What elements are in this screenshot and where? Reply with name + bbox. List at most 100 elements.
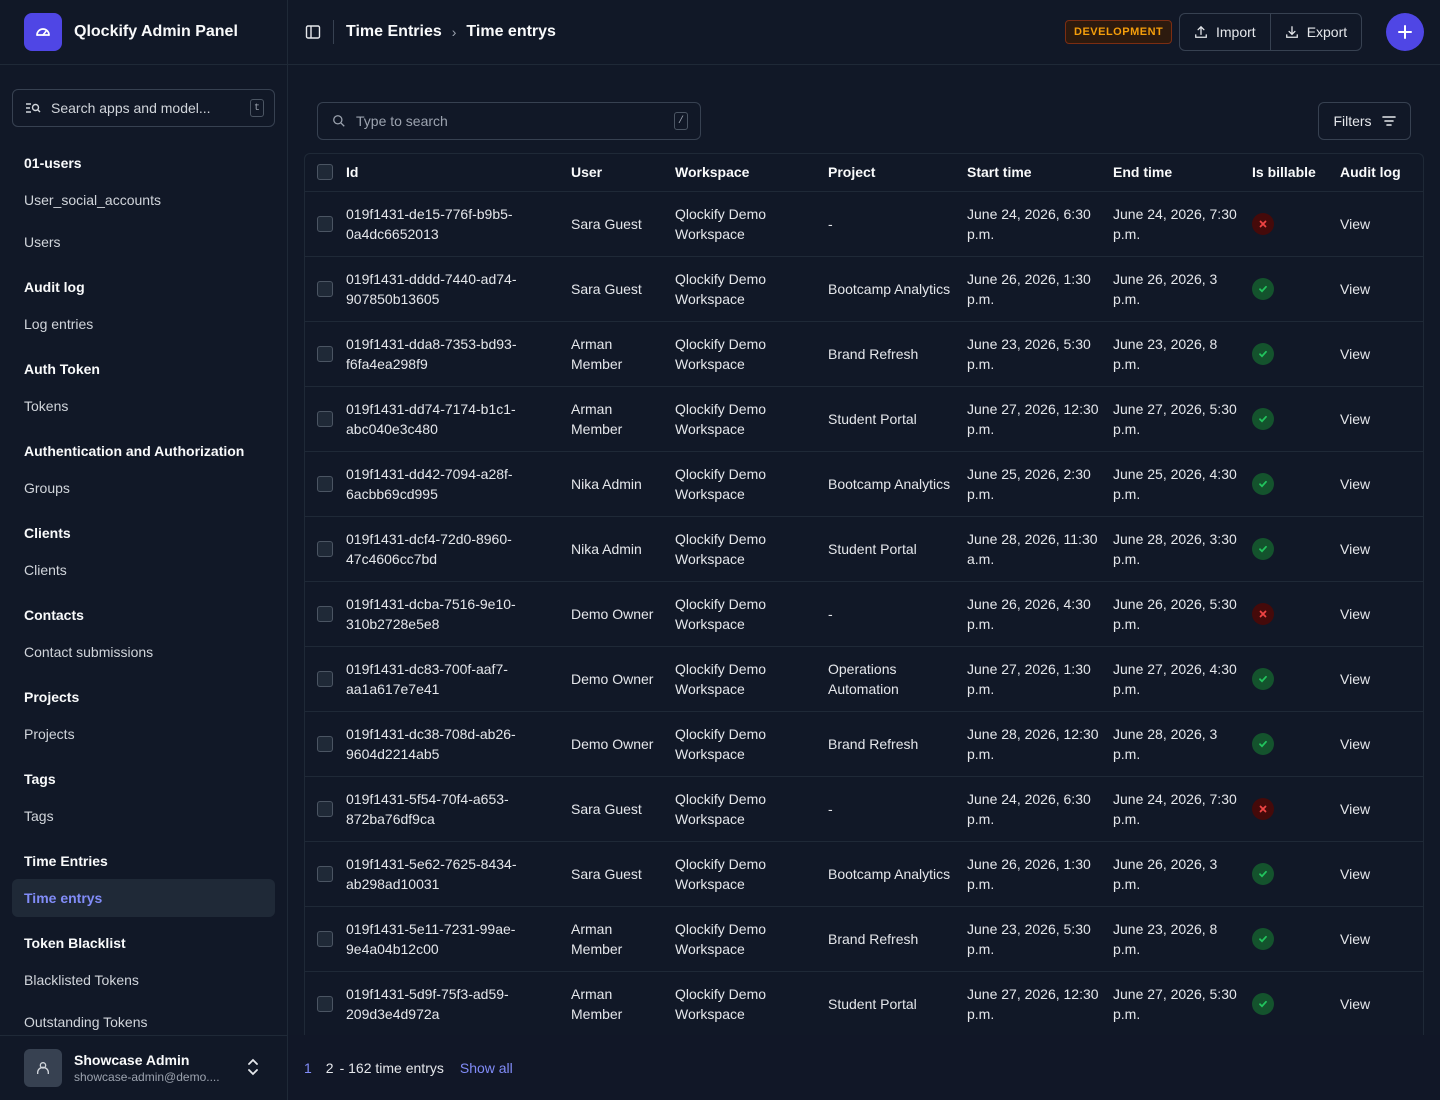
page-link-1[interactable]: 1 bbox=[304, 1060, 312, 1076]
table-row[interactable]: 019f1431-dcba-7516-9e10-310b2728e5e8 Demo… bbox=[305, 581, 1423, 646]
add-button[interactable] bbox=[1386, 13, 1424, 51]
sidebar-item-blacklisted-tokens[interactable]: Blacklisted Tokens bbox=[12, 961, 275, 999]
sidebar-toggle-icon[interactable] bbox=[305, 24, 321, 40]
id-cell[interactable]: 019f1431-dda8-7353-bd93-f6fa4ea298f9 bbox=[346, 321, 571, 386]
column-header-workspace[interactable]: Workspace bbox=[675, 154, 828, 192]
row-checkbox[interactable] bbox=[317, 800, 333, 817]
id-cell[interactable]: 019f1431-5f54-70f4-a653-872ba76df9ca bbox=[346, 776, 571, 841]
audit-log-view-link[interactable]: View bbox=[1340, 776, 1423, 841]
select-all-checkbox[interactable] bbox=[317, 164, 333, 181]
id-cell[interactable]: 019f1431-dcba-7516-9e10-310b2728e5e8 bbox=[346, 581, 571, 646]
import-button[interactable]: Import bbox=[1180, 14, 1270, 50]
nav-group-heading[interactable]: 01-users bbox=[0, 145, 287, 181]
sidebar-item-contact-submissions[interactable]: Contact submissions bbox=[12, 633, 275, 671]
id-cell[interactable]: 019f1431-dd42-7094-a28f-6acbb69cd995 bbox=[346, 451, 571, 516]
table-row[interactable]: 019f1431-de15-776f-b9b5-0a4dc6652013 Sara… bbox=[305, 191, 1423, 256]
nav-group-heading[interactable]: Token Blacklist bbox=[0, 925, 287, 961]
sidebar-item-clients[interactable]: Clients bbox=[12, 551, 275, 589]
sidebar-item-tags[interactable]: Tags bbox=[12, 797, 275, 835]
id-cell[interactable]: 019f1431-5e11-7231-99ae-9e4a04b12c00 bbox=[346, 906, 571, 971]
nav-group-heading[interactable]: Authentication and Authorization bbox=[0, 433, 287, 469]
row-checkbox[interactable] bbox=[317, 995, 333, 1012]
sidebar-item-user-social-accounts[interactable]: User_social_accounts bbox=[12, 181, 275, 219]
audit-log-view-link[interactable]: View bbox=[1340, 191, 1423, 256]
table-row[interactable]: 019f1431-dc83-700f-aaf7-aa1a617e7e41 Demo… bbox=[305, 646, 1423, 711]
audit-log-view-link[interactable]: View bbox=[1340, 321, 1423, 386]
audit-log-view-link[interactable]: View bbox=[1340, 451, 1423, 516]
audit-log-view-link[interactable]: View bbox=[1340, 581, 1423, 646]
table-row[interactable]: 019f1431-5e11-7231-99ae-9e4a04b12c00 Arma… bbox=[305, 906, 1423, 971]
sidebar-item-projects[interactable]: Projects bbox=[12, 715, 275, 753]
export-button[interactable]: Export bbox=[1269, 14, 1361, 50]
row-checkbox[interactable] bbox=[317, 670, 333, 687]
audit-log-view-link[interactable]: View bbox=[1340, 516, 1423, 581]
id-cell[interactable]: 019f1431-dc38-708d-ab26-9604d2214ab5 bbox=[346, 711, 571, 776]
row-checkbox[interactable] bbox=[317, 410, 333, 427]
project-cell: Student Portal bbox=[828, 540, 917, 557]
user-menu[interactable]: Showcase Admin showcase-admin@demo.... bbox=[0, 1035, 287, 1100]
row-select-cell bbox=[305, 971, 346, 1035]
brand[interactable]: Qlockify Admin Panel bbox=[0, 0, 287, 65]
table-row[interactable]: 019f1431-dcf4-72d0-8960-47c4606cc7bd Nika… bbox=[305, 516, 1423, 581]
row-checkbox[interactable] bbox=[317, 605, 333, 622]
column-header-id[interactable]: Id bbox=[346, 154, 571, 192]
filters-button[interactable]: Filters bbox=[1318, 102, 1411, 140]
audit-log-view-link[interactable]: View bbox=[1340, 386, 1423, 451]
sidebar-item-tokens[interactable]: Tokens bbox=[12, 387, 275, 425]
table-row[interactable]: 019f1431-dd74-7174-b1c1-abc040e3c480 Arma… bbox=[305, 386, 1423, 451]
breadcrumb-parent[interactable]: Time Entries bbox=[346, 23, 442, 41]
nav-group-heading[interactable]: Time Entries bbox=[0, 843, 287, 879]
audit-log-view-link[interactable]: View bbox=[1340, 906, 1423, 971]
audit-log-view-link[interactable]: View bbox=[1340, 841, 1423, 906]
nav-group-heading[interactable]: Tags bbox=[0, 761, 287, 797]
row-checkbox[interactable] bbox=[317, 735, 333, 752]
table-row[interactable]: 019f1431-5e62-7625-8434-ab298ad10031 Sara… bbox=[305, 841, 1423, 906]
audit-log-view-link[interactable]: View bbox=[1340, 711, 1423, 776]
nav-group-heading[interactable]: Auth Token bbox=[0, 351, 287, 387]
audit-log-view-link[interactable]: View bbox=[1340, 971, 1423, 1035]
id-cell[interactable]: 019f1431-dddd-7440-ad74-907850b13605 bbox=[346, 256, 571, 321]
id-cell[interactable]: 019f1431-5d9f-75f3-ad59-209d3e4d972a bbox=[346, 971, 571, 1035]
row-checkbox[interactable] bbox=[317, 345, 333, 362]
column-header-is-billable[interactable]: Is billable bbox=[1252, 154, 1340, 192]
id-cell[interactable]: 019f1431-dcf4-72d0-8960-47c4606cc7bd bbox=[346, 516, 571, 581]
column-header-audit-log[interactable]: Audit log bbox=[1340, 154, 1423, 192]
table-row[interactable]: 019f1431-5f54-70f4-a653-872ba76df9ca Sara… bbox=[305, 776, 1423, 841]
row-checkbox[interactable] bbox=[317, 215, 333, 232]
sidebar-item-groups[interactable]: Groups bbox=[12, 469, 275, 507]
nav-group-heading[interactable]: Clients bbox=[0, 515, 287, 551]
nav-group-heading[interactable]: Audit log bbox=[0, 269, 287, 305]
column-header-start-time[interactable]: Start time bbox=[967, 154, 1113, 192]
table-row[interactable]: 019f1431-dc38-708d-ab26-9604d2214ab5 Demo… bbox=[305, 711, 1423, 776]
page-link-2[interactable]: 2 bbox=[326, 1060, 334, 1076]
table-row[interactable]: 019f1431-dd42-7094-a28f-6acbb69cd995 Nika… bbox=[305, 451, 1423, 516]
row-checkbox[interactable] bbox=[317, 930, 333, 947]
sidebar-item-outstanding-tokens[interactable]: Outstanding Tokens bbox=[12, 1003, 275, 1035]
nav-group-heading[interactable]: Projects bbox=[0, 679, 287, 715]
sidebar-item-users[interactable]: Users bbox=[12, 223, 275, 261]
table-row[interactable]: 019f1431-5d9f-75f3-ad59-209d3e4d972a Arma… bbox=[305, 971, 1423, 1035]
sidebar-item-log-entries[interactable]: Log entries bbox=[12, 305, 275, 343]
row-select-cell bbox=[305, 191, 346, 256]
id-cell[interactable]: 019f1431-5e62-7625-8434-ab298ad10031 bbox=[346, 841, 571, 906]
nav-group-heading[interactable]: Contacts bbox=[0, 597, 287, 633]
chevron-up-down-icon[interactable] bbox=[247, 1058, 259, 1076]
table-row[interactable]: 019f1431-dda8-7353-bd93-f6fa4ea298f9 Arma… bbox=[305, 321, 1423, 386]
sidebar-item-time-entrys[interactable]: Time entrys bbox=[12, 879, 275, 917]
show-all-link[interactable]: Show all bbox=[460, 1060, 513, 1076]
audit-log-view-link[interactable]: View bbox=[1340, 646, 1423, 711]
row-checkbox[interactable] bbox=[317, 280, 333, 297]
sidebar-search-input[interactable]: Search apps and model... t bbox=[12, 89, 275, 127]
row-checkbox[interactable] bbox=[317, 475, 333, 492]
id-cell[interactable]: 019f1431-de15-776f-b9b5-0a4dc6652013 bbox=[346, 191, 571, 256]
audit-log-view-link[interactable]: View bbox=[1340, 256, 1423, 321]
search-input[interactable] bbox=[356, 113, 674, 129]
id-cell[interactable]: 019f1431-dc83-700f-aaf7-aa1a617e7e41 bbox=[346, 646, 571, 711]
column-header-project[interactable]: Project bbox=[828, 154, 967, 192]
row-checkbox[interactable] bbox=[317, 540, 333, 557]
table-row[interactable]: 019f1431-dddd-7440-ad74-907850b13605 Sara… bbox=[305, 256, 1423, 321]
column-header-user[interactable]: User bbox=[571, 154, 675, 192]
id-cell[interactable]: 019f1431-dd74-7174-b1c1-abc040e3c480 bbox=[346, 386, 571, 451]
column-header-end-time[interactable]: End time bbox=[1113, 154, 1252, 192]
row-checkbox[interactable] bbox=[317, 865, 333, 882]
